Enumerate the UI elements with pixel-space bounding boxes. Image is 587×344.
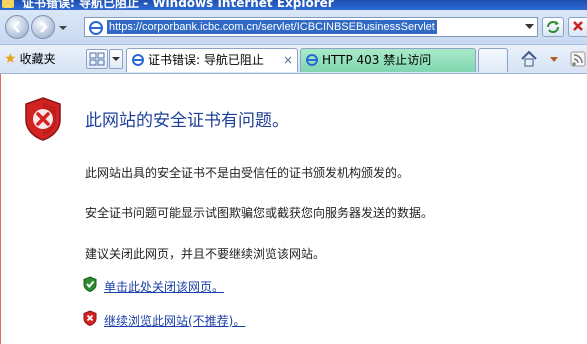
tab-list-dropdown-icon	[112, 57, 120, 61]
refresh-button[interactable]	[542, 17, 564, 37]
navigation-bar: https://corporbank.icbc.com.cn/servlet/I…	[0, 10, 587, 45]
green-shield-check-icon	[83, 276, 97, 292]
certificate-error-page: 此网站的安全证书有问题。 此网站出具的安全证书不是由受信任的证书颁发机构颁发的。…	[0, 74, 587, 344]
favorites-label: 收藏夹	[19, 52, 56, 66]
ie-tab-icon	[132, 54, 144, 66]
stop-button[interactable]	[568, 17, 587, 37]
new-tab-button[interactable]	[478, 48, 508, 72]
home-icon[interactable]	[520, 50, 538, 68]
tab-close-button[interactable]: ×	[283, 49, 293, 71]
tab-certificate-error[interactable]: 证书错误: 导航已阻止 ×	[126, 48, 298, 72]
continue-to-website-link[interactable]: 继续浏览此网站(不推荐)。	[104, 312, 245, 329]
back-arrow-icon	[12, 21, 20, 33]
ie-page-icon	[89, 21, 103, 35]
window-titlebar: 证书错误: 导航已阻止 - Windows Internet Explorer	[0, 0, 587, 10]
quick-tabs-button[interactable]	[86, 49, 108, 69]
tab-bar: ★ 收藏夹 证书错误: 导航已阻止 × HTTP 403 禁止访问	[0, 45, 587, 74]
ie-tab-icon	[306, 54, 318, 66]
home-dropdown-icon[interactable]	[550, 57, 558, 63]
error-heading: 此网站的安全证书有问题。	[85, 111, 289, 131]
feeds-icon[interactable]	[570, 51, 586, 67]
close-page-link[interactable]: 单击此处关闭该网页。	[104, 278, 224, 295]
error-paragraph: 建议关闭此网页，并且不要继续浏览该网站。	[85, 247, 326, 261]
tab-list-button[interactable]	[109, 49, 123, 69]
address-field[interactable]: https://corporbank.icbc.com.cn/servlet/I…	[84, 17, 538, 37]
favorites-star-icon: ★	[4, 51, 17, 67]
tab-http-403[interactable]: HTTP 403 禁止访问	[300, 48, 476, 72]
address-dropdown-icon[interactable]	[525, 23, 534, 31]
tab-label: HTTP 403 禁止访问	[322, 53, 432, 67]
forward-button[interactable]	[31, 15, 55, 39]
back-button[interactable]	[5, 15, 29, 39]
error-paragraph: 安全证书问题可能显示试图欺骗您或截获您向服务器发送的数据。	[85, 206, 434, 220]
red-shield-x-icon	[83, 310, 97, 326]
forward-arrow-icon	[40, 21, 48, 33]
window-title: 证书错误: 导航已阻止 - Windows Internet Explorer	[22, 0, 334, 10]
history-dropdown-icon[interactable]	[58, 23, 68, 33]
error-paragraph: 此网站出具的安全证书不是由受信任的证书颁发机构颁发的。	[85, 166, 410, 180]
refresh-icon	[547, 21, 559, 33]
favorites-button[interactable]: ★ 收藏夹	[4, 49, 56, 69]
red-shield-x-icon	[25, 97, 61, 141]
address-url[interactable]: https://corporbank.icbc.com.cn/servlet/I…	[107, 20, 437, 34]
ie-window-icon	[2, 0, 14, 8]
stop-icon	[573, 21, 583, 31]
quick-tabs-icon	[89, 52, 105, 66]
tab-label: 证书错误: 导航已阻止	[148, 53, 264, 67]
